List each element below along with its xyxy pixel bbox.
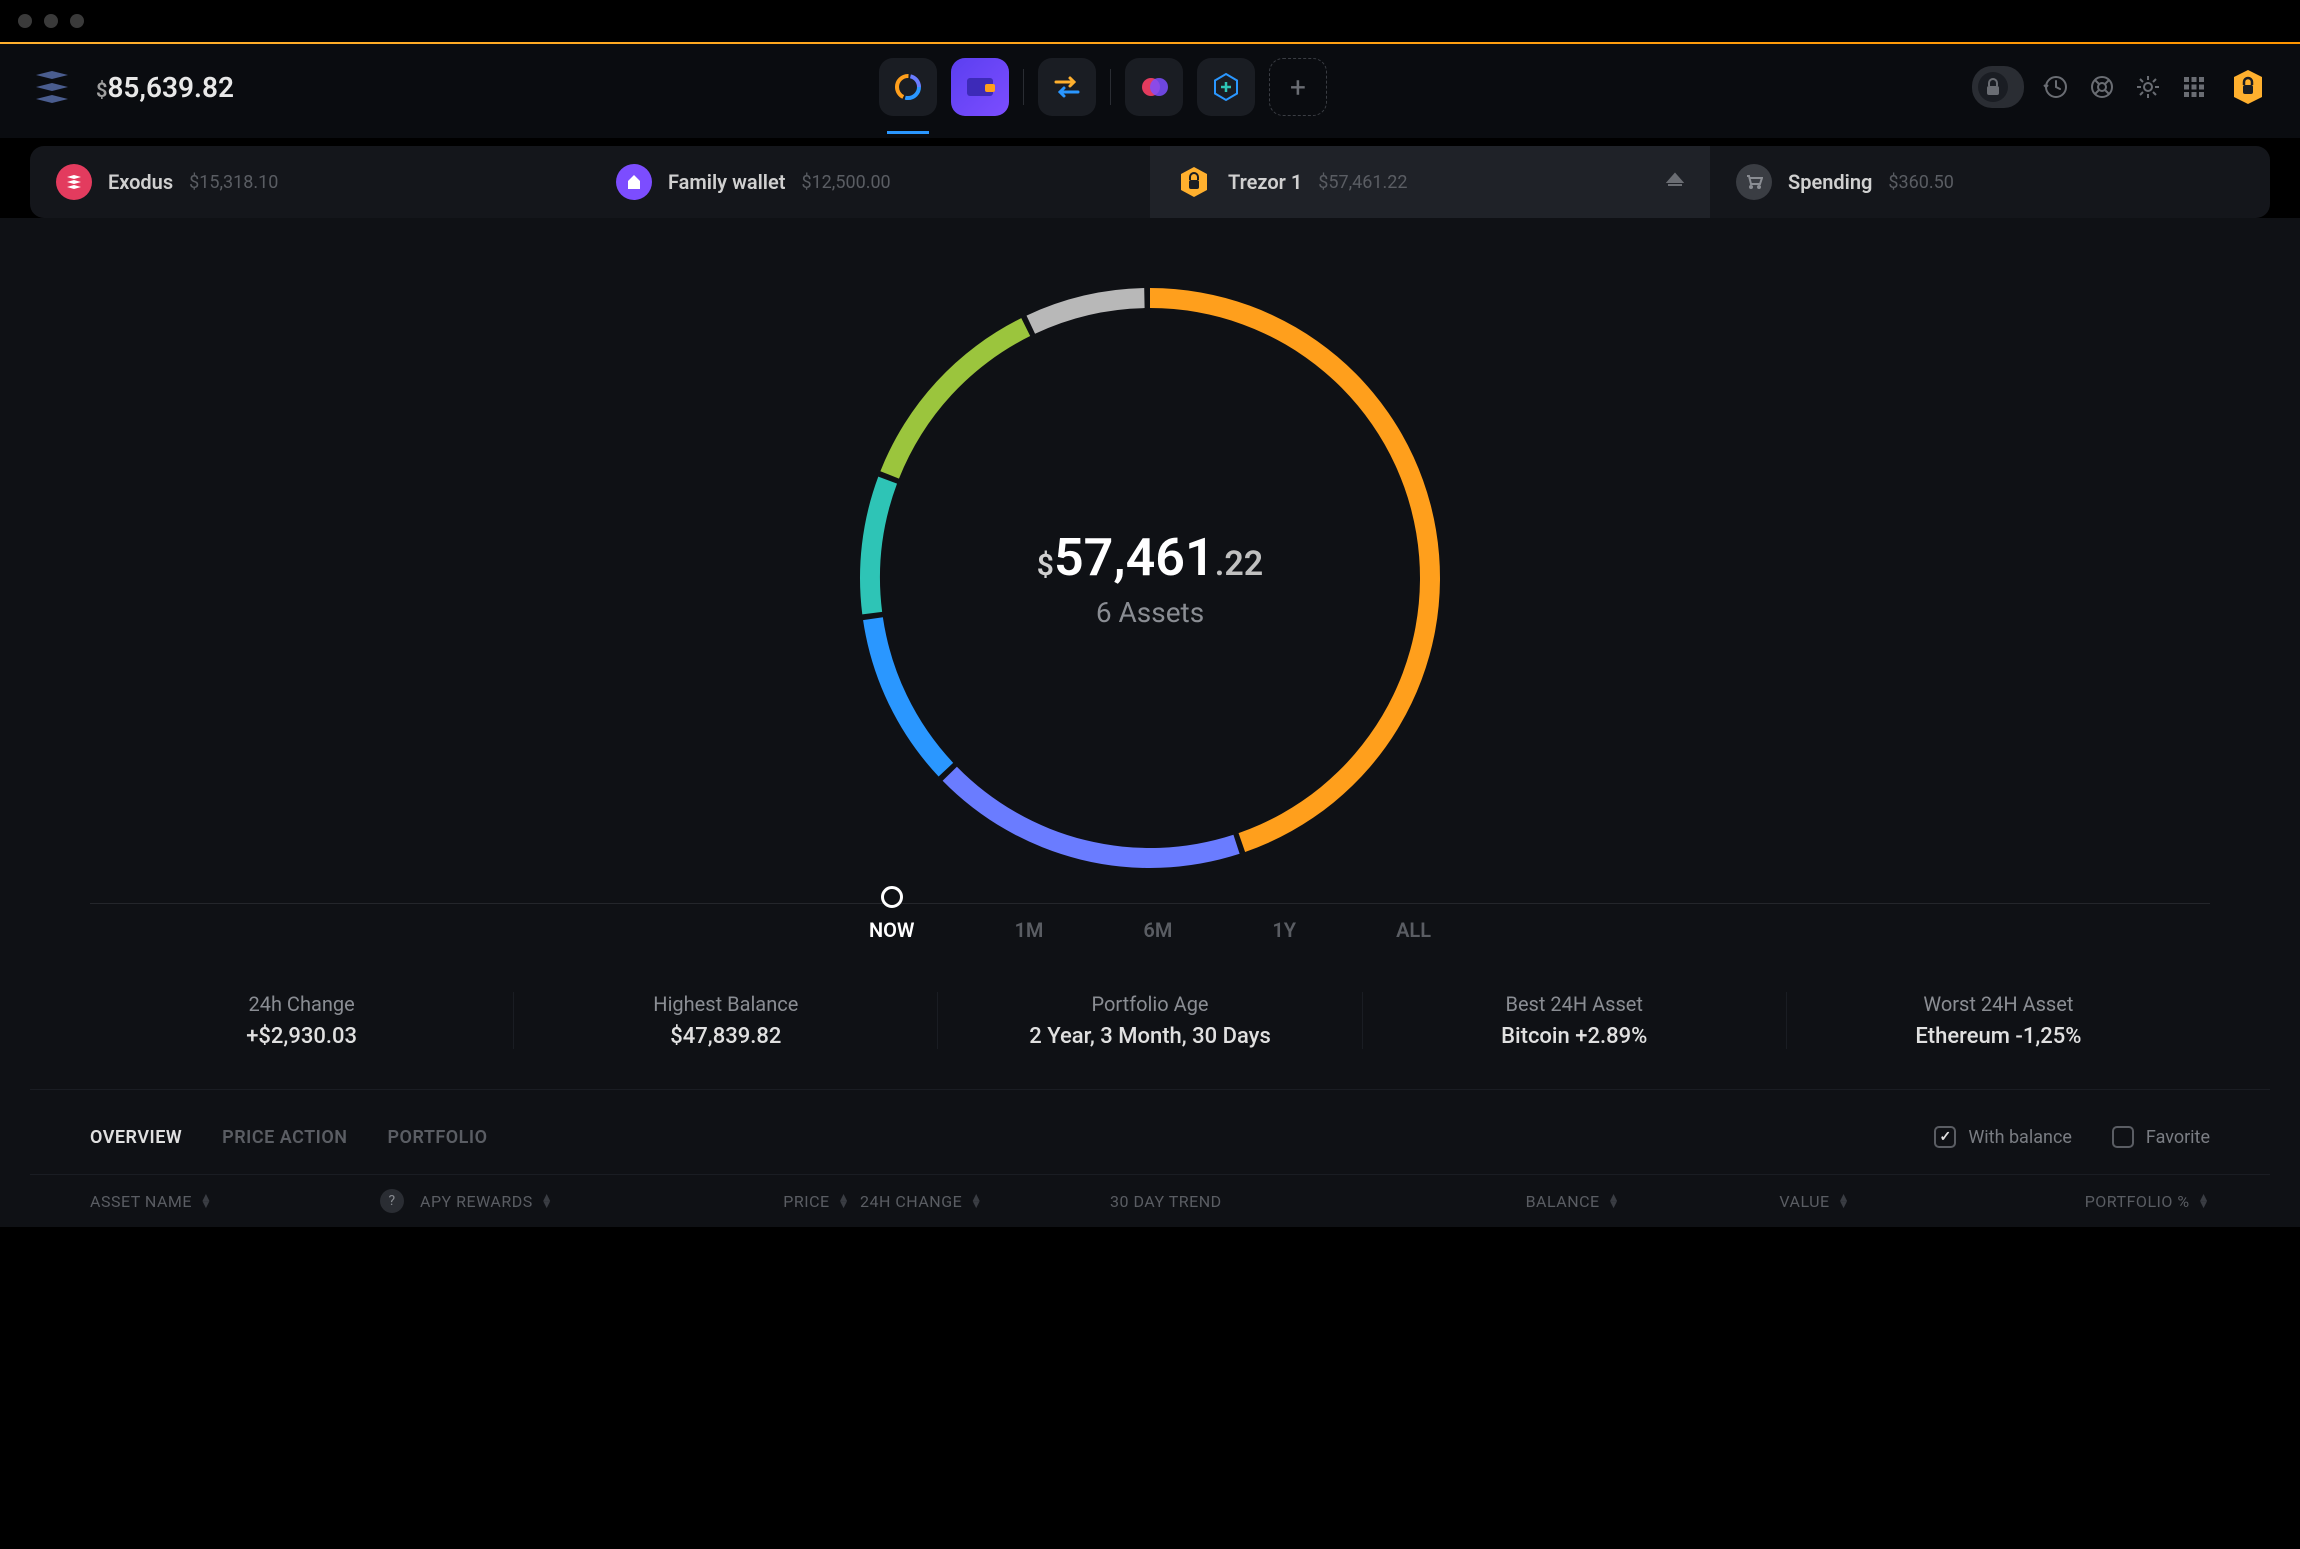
wallet-balance: $360.50 — [1888, 172, 1953, 193]
grid-icon — [2182, 75, 2206, 99]
tab-price-action[interactable]: PRICE ACTION — [222, 1127, 347, 1148]
stats-row: 24h Change +$2,930.03 Highest Balance $4… — [30, 972, 2270, 1090]
hexagon-plus-icon — [1210, 71, 1242, 103]
nav-separator — [1110, 69, 1111, 105]
stat-best-asset: Best 24H Asset Bitcoin +2.89% — [1363, 992, 1787, 1049]
support-button[interactable] — [2088, 73, 2116, 101]
th-value[interactable]: VALUE▲▼ — [1630, 1189, 1850, 1213]
th-trend: 30 DAY TREND — [1110, 1189, 1390, 1213]
donut-segment[interactable] — [880, 318, 1030, 478]
nav-portfolio-button[interactable] — [879, 58, 937, 116]
gear-icon — [2135, 74, 2161, 100]
checkbox-icon — [1934, 1126, 1956, 1148]
settings-button[interactable] — [2134, 73, 2162, 101]
stat-highest-balance: Highest Balance $47,839.82 — [514, 992, 938, 1049]
close-dot[interactable] — [18, 14, 32, 28]
wallet-name: Family wallet — [668, 170, 785, 194]
app-logo[interactable] — [30, 65, 74, 109]
th-change[interactable]: 24H CHANGE▲▼ — [860, 1189, 1100, 1213]
checkbox-icon — [2112, 1126, 2134, 1148]
stat-24h-change: 24h Change +$2,930.03 — [90, 992, 514, 1049]
donut-chart: $57,461.22 6 Assets — [30, 248, 2270, 908]
wallet-tabs: Exodus $15,318.10 Family wallet $12,500.… — [30, 146, 2270, 218]
wallet-icon — [1736, 164, 1772, 200]
th-balance[interactable]: BALANCE▲▼ — [1400, 1189, 1620, 1213]
nav-add-button[interactable]: + — [1269, 58, 1327, 116]
wallet-icon — [616, 164, 652, 200]
sort-icon: ▲▼ — [541, 1194, 553, 1208]
tab-overview[interactable]: OVERVIEW — [90, 1127, 182, 1148]
donut-assets-label: 6 Assets — [1037, 596, 1263, 629]
nav-separator — [1023, 69, 1024, 105]
view-tabs: OVERVIEW PRICE ACTION PORTFOLIO — [90, 1127, 488, 1148]
th-price[interactable]: PRICE▲▼ — [650, 1189, 850, 1213]
apps-icon — [1139, 73, 1169, 101]
nav-swap-button[interactable] — [1038, 58, 1096, 116]
filter-favorite[interactable]: Favorite — [2112, 1126, 2210, 1148]
security-badge[interactable] — [2226, 65, 2270, 109]
wallet-icon — [965, 74, 995, 100]
th-portfolio[interactable]: PORTFOLIO %▲▼ — [1860, 1189, 2210, 1213]
sort-icon: ▲▼ — [1838, 1194, 1850, 1208]
eject-icon[interactable] — [1666, 172, 1684, 192]
time-range: NOW 1M 6M 1Y ALL — [30, 908, 2270, 972]
time-now[interactable]: NOW — [869, 918, 915, 942]
maximize-dot[interactable] — [70, 14, 84, 28]
grid-button[interactable] — [2180, 73, 2208, 101]
wallet-tab-family[interactable]: Family wallet $12,500.00 — [590, 146, 1150, 218]
wallet-balance: $15,318.10 — [189, 172, 278, 193]
history-button[interactable] — [2042, 73, 2070, 101]
donut-icon — [892, 71, 924, 103]
th-asset-name[interactable]: ASSET NAME▲▼ — [90, 1189, 370, 1213]
donut-segment[interactable] — [943, 767, 1240, 868]
top-nav: $85,639.82 — [0, 44, 2300, 138]
wallet-icon — [1176, 164, 1212, 200]
nav-apps-button[interactable] — [1125, 58, 1183, 116]
plus-icon: + — [1290, 71, 1306, 104]
wallet-balance: $57,461.22 — [1318, 172, 1407, 193]
lock-icon — [1985, 78, 2001, 96]
main-content: $57,461.22 6 Assets NOW 1M 6M 1Y ALL 24h… — [0, 218, 2300, 1227]
sort-icon: ▲▼ — [970, 1194, 982, 1208]
time-6m[interactable]: 6M — [1143, 918, 1172, 942]
donut-segment[interactable] — [863, 617, 953, 776]
filters: With balance Favorite — [1934, 1126, 2210, 1148]
wallet-tab-exodus[interactable]: Exodus $15,318.10 — [30, 146, 590, 218]
nav-addons-button[interactable] — [1197, 58, 1255, 116]
sort-icon: ▲▼ — [200, 1194, 212, 1208]
stat-worst-asset: Worst 24H Asset Ethereum -1,25% — [1787, 992, 2210, 1049]
sort-icon: ▲▼ — [2198, 1194, 2210, 1208]
nav-wallet-button[interactable] — [951, 58, 1009, 116]
help-icon[interactable]: ? — [380, 1189, 404, 1213]
donut-total: $57,461.22 — [1037, 527, 1263, 588]
shield-lock-icon — [2228, 67, 2268, 107]
wallet-tab-spending[interactable]: Spending $360.50 — [1710, 146, 2270, 218]
window-controls — [0, 0, 2300, 42]
wallet-tab-trezor[interactable]: Trezor 1 $57,461.22 — [1150, 146, 1710, 218]
minimize-dot[interactable] — [44, 14, 58, 28]
time-1m[interactable]: 1M — [1014, 918, 1043, 942]
stat-portfolio-age: Portfolio Age 2 Year, 3 Month, 30 Days — [938, 992, 1362, 1049]
sort-icon: ▲▼ — [1608, 1194, 1620, 1208]
filter-with-balance[interactable]: With balance — [1934, 1126, 2072, 1148]
donut-segment[interactable] — [1027, 288, 1145, 334]
tab-portfolio[interactable]: PORTFOLIO — [387, 1127, 487, 1148]
wallet-name: Trezor 1 — [1228, 170, 1302, 194]
wallet-name: Exodus — [108, 170, 173, 194]
table-header: ASSET NAME▲▼ ?APY REWARDS▲▼ PRICE▲▼ 24H … — [30, 1174, 2270, 1227]
wallet-icon — [56, 164, 92, 200]
sort-icon: ▲▼ — [838, 1194, 850, 1208]
donut-segment[interactable] — [860, 477, 897, 615]
wallet-balance: $12,500.00 — [801, 172, 890, 193]
wallet-name: Spending — [1788, 170, 1872, 194]
swap-icon — [1052, 75, 1082, 99]
tabs-row: OVERVIEW PRICE ACTION PORTFOLIO With bal… — [30, 1090, 2270, 1174]
th-apy[interactable]: ?APY REWARDS▲▼ — [380, 1189, 640, 1213]
history-icon — [2043, 74, 2069, 100]
time-1y[interactable]: 1Y — [1272, 918, 1296, 942]
lifebuoy-icon — [2089, 74, 2115, 100]
total-balance: $85,639.82 — [96, 71, 234, 104]
time-all[interactable]: ALL — [1396, 918, 1431, 942]
lock-toggle[interactable] — [1972, 66, 2024, 108]
